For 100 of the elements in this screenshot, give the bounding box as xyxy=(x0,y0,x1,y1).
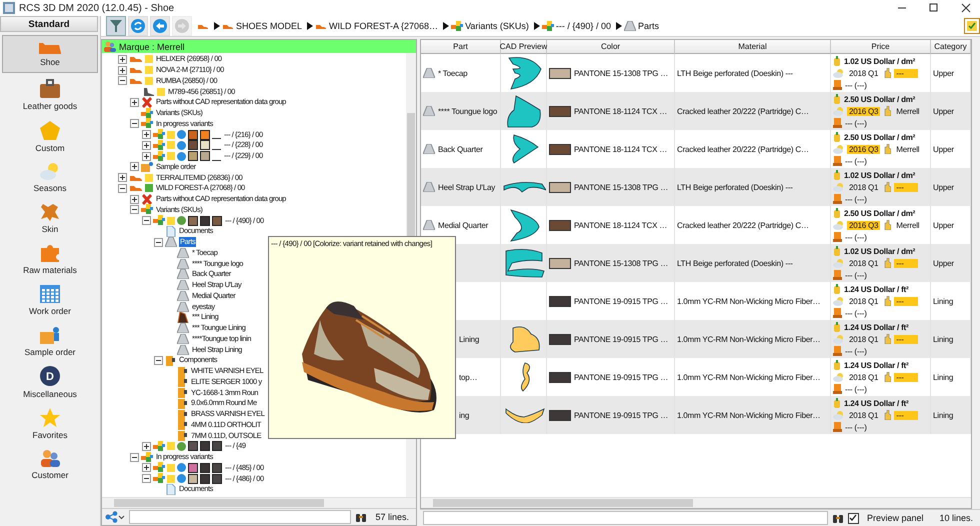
expander-icon[interactable] xyxy=(130,452,139,462)
expander-icon[interactable] xyxy=(118,76,127,86)
expander-icon[interactable] xyxy=(142,474,151,484)
color-name: PANTONE 19-0915 TPG … xyxy=(574,334,668,344)
material-name: LTH Beige perforated (Doeskin) --- xyxy=(677,68,793,78)
column-header[interactable]: CAD Preview xyxy=(501,40,547,54)
horizontal-scrollbar[interactable] xyxy=(421,497,971,508)
colored-blocks-icon xyxy=(153,129,165,140)
expander-icon[interactable] xyxy=(154,356,163,365)
category-label: Lining xyxy=(933,334,954,344)
expander-icon[interactable] xyxy=(142,216,151,226)
season-label: 2018 Q1 xyxy=(848,372,880,382)
breadcrumb-item[interactable]: WILD FOREST-A {27068… xyxy=(329,21,438,31)
hand-icon xyxy=(883,144,892,154)
checklist-icon[interactable] xyxy=(964,18,980,34)
expander-icon[interactable] xyxy=(142,130,151,140)
shoe-icon xyxy=(129,174,143,182)
hand-icon xyxy=(883,68,892,78)
sidebar-item[interactable]: Custom xyxy=(2,117,98,155)
origin-label: --- (---) xyxy=(845,232,867,242)
people-icon xyxy=(104,41,116,52)
separator-arrow-icon xyxy=(443,22,450,30)
supplier-label: Merrell xyxy=(895,106,920,116)
origin-label: --- (---) xyxy=(845,384,867,394)
refresh-icon xyxy=(131,19,145,33)
sidebar-item[interactable]: D Miscellaneous xyxy=(2,363,98,401)
expander-icon[interactable] xyxy=(142,463,151,472)
sidebar-item[interactable]: Leather goods xyxy=(2,76,98,114)
colored-blocks-icon xyxy=(542,20,554,32)
supplier-label: --- xyxy=(894,372,918,382)
origin-label: --- (---) xyxy=(845,308,867,318)
sidebar-item[interactable]: Seasons xyxy=(2,158,98,196)
expander-icon[interactable] xyxy=(130,119,139,128)
origin-label: --- (---) xyxy=(845,80,867,90)
season-label: 2018 Q1 xyxy=(848,258,880,268)
horizontal-scrollbar[interactable] xyxy=(102,497,416,508)
share-icon[interactable] xyxy=(105,511,125,523)
binoculars-icon[interactable] xyxy=(832,512,844,524)
hand-icon xyxy=(883,258,892,268)
expander-icon[interactable] xyxy=(118,54,127,64)
search-field[interactable] xyxy=(129,510,352,524)
sidebar-item[interactable]: Raw materials xyxy=(2,240,98,278)
sidebar-item[interactable]: Skin xyxy=(2,199,98,237)
sidebar-item[interactable]: Customer xyxy=(2,445,98,483)
supplier-label: --- xyxy=(894,68,918,78)
price-value: 1.24 US Dollar / ft² xyxy=(844,360,908,370)
package-icon xyxy=(141,161,153,172)
shoe-icon xyxy=(129,184,143,192)
category-label: Upper xyxy=(933,258,954,268)
pallet-icon xyxy=(833,194,842,204)
breadcrumb-item[interactable]: --- / {490} / 00 xyxy=(556,21,611,31)
preview-panel-checkbox[interactable] xyxy=(848,512,859,524)
column-header[interactable]: Part xyxy=(421,40,501,54)
toolbar-button[interactable] xyxy=(106,16,126,36)
expander-icon[interactable] xyxy=(142,442,151,451)
expander-icon[interactable] xyxy=(130,162,139,172)
part-name: Heel Strap U'Lay xyxy=(438,182,496,192)
column-header[interactable]: Price xyxy=(831,40,931,54)
binoculars-icon[interactable] xyxy=(355,512,368,522)
colored-blocks-icon xyxy=(153,473,165,484)
trapezoid-icon xyxy=(177,269,189,280)
breadcrumb-item[interactable]: Variants (SKUs) xyxy=(465,21,529,31)
expander-icon[interactable] xyxy=(154,238,163,247)
price-value: 1.24 US Dollar / ft² xyxy=(844,398,908,408)
material-name: 1.0mm YC-RM Non-Wicking Micro Fiber… xyxy=(677,410,820,420)
separator-arrow-icon xyxy=(616,22,622,30)
expander-icon[interactable] xyxy=(130,98,139,107)
season-label: 2018 Q1 xyxy=(848,296,880,306)
expander-icon[interactable] xyxy=(130,205,139,214)
expander-icon[interactable] xyxy=(142,152,151,161)
spool-icon xyxy=(177,408,188,420)
trapezoid-icon xyxy=(423,106,435,116)
spool-icon xyxy=(177,376,188,388)
supplier-label: --- xyxy=(894,296,918,306)
origin-label: --- (---) xyxy=(845,422,867,432)
season-label: 2016 Q3 xyxy=(847,106,880,116)
trapezoid-icon xyxy=(423,144,435,154)
column-header[interactable]: Material xyxy=(675,40,831,54)
expander-icon[interactable] xyxy=(142,140,151,150)
sidebar-item[interactable]: Shoe xyxy=(2,35,98,73)
breadcrumb-item[interactable]: Parts xyxy=(638,21,659,31)
sidebar-item[interactable]: Sample order xyxy=(2,322,98,360)
sidebar-item[interactable]: Favorites xyxy=(2,404,98,442)
part-name: Lining xyxy=(458,334,480,344)
expander-icon[interactable] xyxy=(130,194,139,204)
origin-label: --- (---) xyxy=(845,156,867,166)
colored-blocks-icon xyxy=(141,118,153,130)
trapezoid-icon xyxy=(177,280,189,290)
expander-icon[interactable] xyxy=(118,173,127,182)
material-name: Cracked leather 20/222 (Partridge) C… xyxy=(677,144,809,154)
category-label: Upper xyxy=(933,106,954,116)
color-name: PANTONE 15-1308 TPG … xyxy=(574,182,668,192)
column-header[interactable]: Category xyxy=(931,40,971,54)
column-header[interactable]: Color xyxy=(547,40,675,54)
breadcrumb-item[interactable]: SHOES MODEL xyxy=(236,21,302,31)
expander-icon[interactable] xyxy=(118,184,127,193)
sidebar-item[interactable]: Work order xyxy=(2,281,98,319)
search-field[interactable] xyxy=(423,511,828,525)
trapezoid-icon xyxy=(177,302,189,312)
expander-icon[interactable] xyxy=(118,66,127,75)
